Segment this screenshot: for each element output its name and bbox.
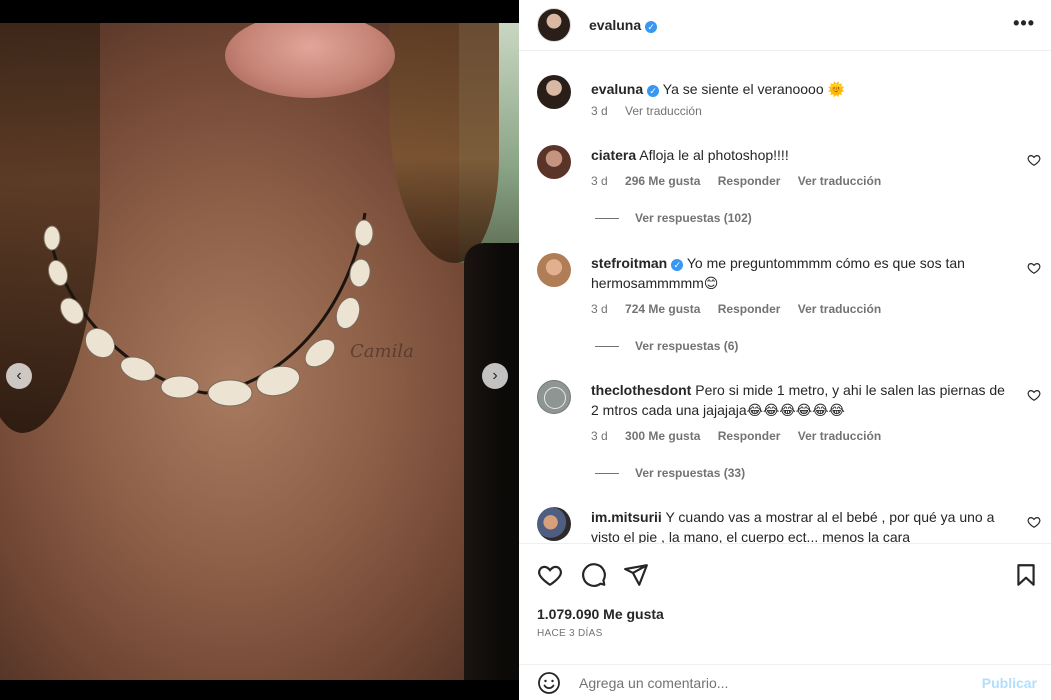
- translate-link[interactable]: Ver traducción: [798, 302, 881, 316]
- share-icon[interactable]: [623, 562, 649, 588]
- lips: [225, 23, 395, 98]
- commenter-avatar[interactable]: [537, 507, 571, 541]
- comment-heart-icon[interactable]: [1027, 153, 1041, 167]
- caption-avatar[interactable]: [537, 75, 571, 109]
- view-replies-button[interactable]: Ver respuestas (33): [595, 466, 745, 480]
- shell-necklace: [43, 212, 374, 407]
- like-count[interactable]: 1.079.090 Me gusta: [537, 606, 664, 622]
- caption-age: 3 d: [591, 104, 608, 118]
- view-replies-text[interactable]: Ver respuestas (33): [635, 466, 745, 480]
- comments-list[interactable]: evaluna ✓ Ya se siente el veranoooo 🌞 3 d…: [519, 51, 1051, 543]
- reply-button[interactable]: Responder: [718, 302, 781, 316]
- comment-meta: 3 d 300 Me gusta Responder Ver traducció…: [591, 429, 895, 443]
- translate-link[interactable]: Ver traducción: [798, 429, 881, 443]
- comment-meta: 3 d 724 Me gusta Responder Ver traducció…: [591, 302, 895, 316]
- comment-likes[interactable]: 296 Me gusta: [625, 174, 700, 188]
- comment-text-row: ciatera Afloja le al photoshop!!!!: [591, 145, 1011, 165]
- view-replies-button[interactable]: Ver respuestas (102): [595, 211, 752, 225]
- emoji-icon[interactable]: [537, 671, 561, 695]
- view-replies-text[interactable]: Ver respuestas (6): [635, 339, 738, 353]
- comment-likes[interactable]: 300 Me gusta: [625, 429, 700, 443]
- more-options-button[interactable]: •••: [1013, 13, 1035, 34]
- caption-translate-link[interactable]: Ver traducción: [625, 104, 702, 118]
- author-username-text[interactable]: evaluna: [589, 17, 641, 33]
- comment-text: Afloja le al photoshop!!!!: [639, 147, 789, 163]
- hair-right: [389, 23, 499, 263]
- caption-meta: 3 d Ver traducción: [591, 104, 716, 118]
- comment-composer: Publicar: [519, 664, 1051, 700]
- post-timestamp: HACE 3 DÍAS: [537, 628, 603, 639]
- commenter-username[interactable]: ciatera: [591, 147, 636, 163]
- bookmark-icon[interactable]: [1013, 562, 1039, 588]
- view-replies-button[interactable]: Ver respuestas (6): [595, 339, 738, 353]
- comment-text-row: im.mitsurii Y cuando vas a mostrar al el…: [591, 507, 1011, 543]
- commenter-avatar[interactable]: [537, 253, 571, 287]
- author-username[interactable]: evaluna ✓: [589, 17, 658, 33]
- caption-username[interactable]: evaluna: [591, 81, 643, 97]
- commenter-username[interactable]: im.mitsurii: [591, 509, 662, 525]
- view-replies-text[interactable]: Ver respuestas (102): [635, 211, 752, 225]
- heart-icon[interactable]: [537, 562, 563, 588]
- top-strap: [464, 243, 519, 680]
- commenter-avatar[interactable]: [537, 145, 571, 179]
- author-avatar[interactable]: [537, 8, 571, 42]
- translate-link[interactable]: Ver traducción: [798, 174, 881, 188]
- comment-text-row: stefroitman ✓ Yo me preguntommmm cómo es …: [591, 253, 1011, 293]
- verified-badge-icon: ✓: [671, 259, 684, 271]
- comment-meta: 3 d 296 Me gusta Responder Ver traducció…: [591, 174, 895, 188]
- commenter-username[interactable]: stefroitman: [591, 255, 667, 271]
- prev-photo-button[interactable]: ‹: [6, 363, 32, 389]
- post-header: evaluna ✓ •••: [519, 0, 1051, 51]
- verified-badge-icon: ✓: [645, 21, 658, 33]
- instagram-post-modal: Camila ‹ › evaluna ✓ ••• evaluna ✓ Ya se…: [0, 0, 1051, 700]
- post-sidebar: evaluna ✓ ••• evaluna ✓ Ya se siente el ve…: [519, 0, 1051, 700]
- comment-text-row: theclothesdont Pero si mide 1 metro, y a…: [591, 380, 1011, 420]
- comment-input[interactable]: [579, 671, 969, 695]
- comment-heart-icon[interactable]: [1027, 388, 1041, 402]
- caption-text: Ya se siente el veranoooo 🌞: [662, 81, 845, 97]
- comment-icon[interactable]: [581, 562, 607, 588]
- comment-heart-icon[interactable]: [1027, 515, 1041, 529]
- next-photo-button[interactable]: ›: [482, 363, 508, 389]
- commenter-avatar[interactable]: [537, 380, 571, 414]
- commenter-username[interactable]: theclothesdont: [591, 382, 691, 398]
- comment-heart-icon[interactable]: [1027, 261, 1041, 275]
- caption-text-row: evaluna ✓ Ya se siente el veranoooo 🌞: [591, 79, 1011, 99]
- comment-likes[interactable]: 724 Me gusta: [625, 302, 700, 316]
- verified-badge-icon: ✓: [647, 85, 660, 97]
- post-comment-button[interactable]: Publicar: [982, 675, 1037, 691]
- reply-button[interactable]: Responder: [718, 429, 781, 443]
- post-actions: 1.079.090 Me gusta HACE 3 DÍAS: [519, 543, 1051, 668]
- comment-age: 3 d: [591, 174, 608, 188]
- comment-age: 3 d: [591, 429, 608, 443]
- reply-button[interactable]: Responder: [718, 174, 781, 188]
- post-photo: Camila ‹ ›: [0, 23, 519, 680]
- comment-age: 3 d: [591, 302, 608, 316]
